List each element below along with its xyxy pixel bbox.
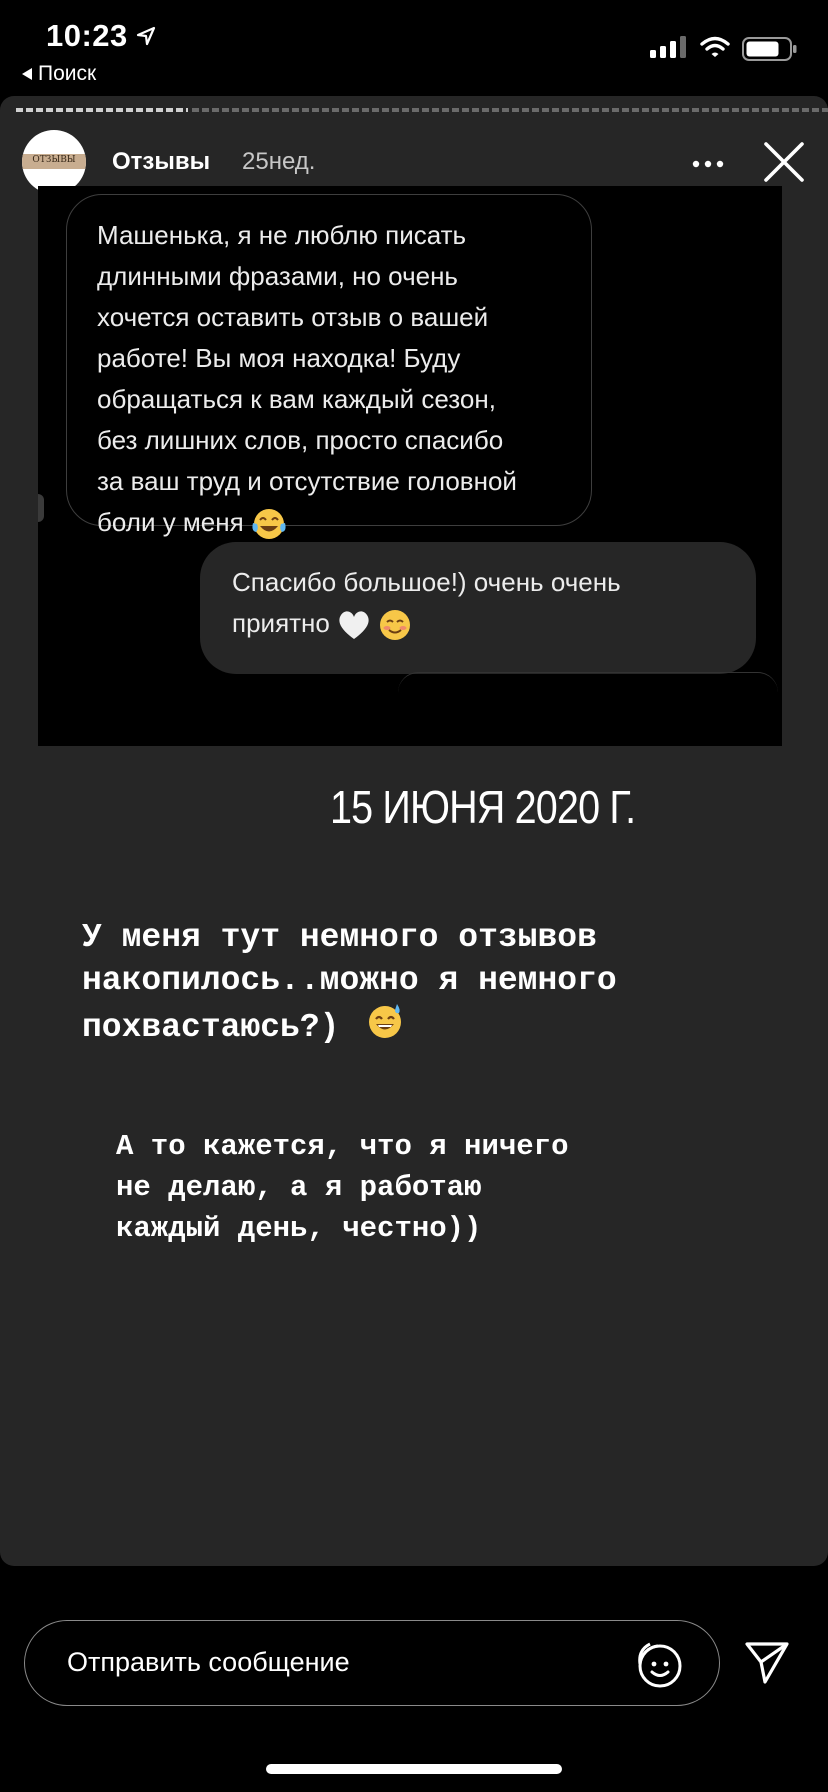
progress-segment-viewed [16, 108, 188, 112]
message-line: приятно [232, 608, 330, 638]
clock: 10:23 [46, 18, 128, 53]
back-label: Поиск [38, 62, 97, 85]
tears-of-joy-emoji [252, 509, 286, 540]
message-line: боли у меня [97, 507, 244, 537]
story-caption-main: У меня тут немного отзывов накопилось..м… [82, 916, 617, 1049]
message-line: хочется оставить отзыв о вашей [97, 302, 489, 332]
caption-text: У меня тут немного отзывов накопилось..м… [82, 919, 617, 1046]
white-heart-emoji [339, 611, 369, 640]
progress-segment-remaining [192, 108, 828, 112]
smiling-blush-emoji [379, 610, 410, 641]
home-indicator[interactable] [266, 1764, 562, 1774]
message-line: длинными фразами, но очень [97, 261, 458, 291]
story-caption-secondary: А то кажется, что я ничего не делаю, а я… [116, 1130, 569, 1245]
status-bar: 10:23 Поиск [0, 0, 828, 96]
send-message-input[interactable]: Отправить сообщение [24, 1620, 720, 1706]
back-to-search-link[interactable]: Поиск [22, 62, 96, 86]
send-message-placeholder: Отправить сообщение [67, 1647, 350, 1677]
next-message-edge [398, 672, 778, 713]
message-line: за ваш труд и отсутствие головной [97, 466, 517, 496]
time-ago: 25нед. [242, 148, 316, 175]
location-arrow-icon [136, 26, 156, 46]
close-icon[interactable] [762, 140, 806, 184]
message-line: Спасибо большое!) очень очень [232, 567, 621, 597]
date-caption: 15 ИЮНЯ 2020 Г. [330, 781, 636, 833]
sweat-smile-emoji [369, 1004, 402, 1038]
wifi-icon [700, 36, 730, 57]
battery-icon [742, 37, 797, 61]
review-screenshot: Машенька, я не люблю писать длинными фра… [38, 186, 782, 746]
message-line: обращаться к вам каждый сезон, [97, 384, 496, 414]
highlight-avatar[interactable]: ОТЗЫВЫ [22, 130, 86, 194]
story-progress-bar [16, 108, 828, 112]
send-paper-plane-icon[interactable] [744, 1640, 790, 1686]
more-dots-icon[interactable] [692, 160, 724, 168]
message-line: Машенька, я не люблю писать [97, 220, 467, 250]
cellular-signal-icon [650, 36, 686, 58]
incoming-message-bubble: Машенька, я не люблю писать длинными фра… [66, 194, 592, 540]
story-viewer[interactable]: ОТЗЫВЫ Отзывы 25нед. Машенька, я не любл… [0, 96, 828, 1566]
sticker-face-icon[interactable] [632, 1638, 684, 1690]
back-triangle-icon [22, 68, 32, 81]
avatar-edge [38, 494, 44, 522]
message-line: без лишних слов, просто спасибо [97, 425, 504, 455]
message-line: работе! Вы моя находка! Буду [97, 343, 461, 373]
username[interactable]: Отзывы [112, 148, 210, 176]
avatar-label: ОТЗЫВЫ [32, 155, 76, 165]
outgoing-message-bubble: Спасибо большое!) очень очень приятно [200, 542, 756, 674]
